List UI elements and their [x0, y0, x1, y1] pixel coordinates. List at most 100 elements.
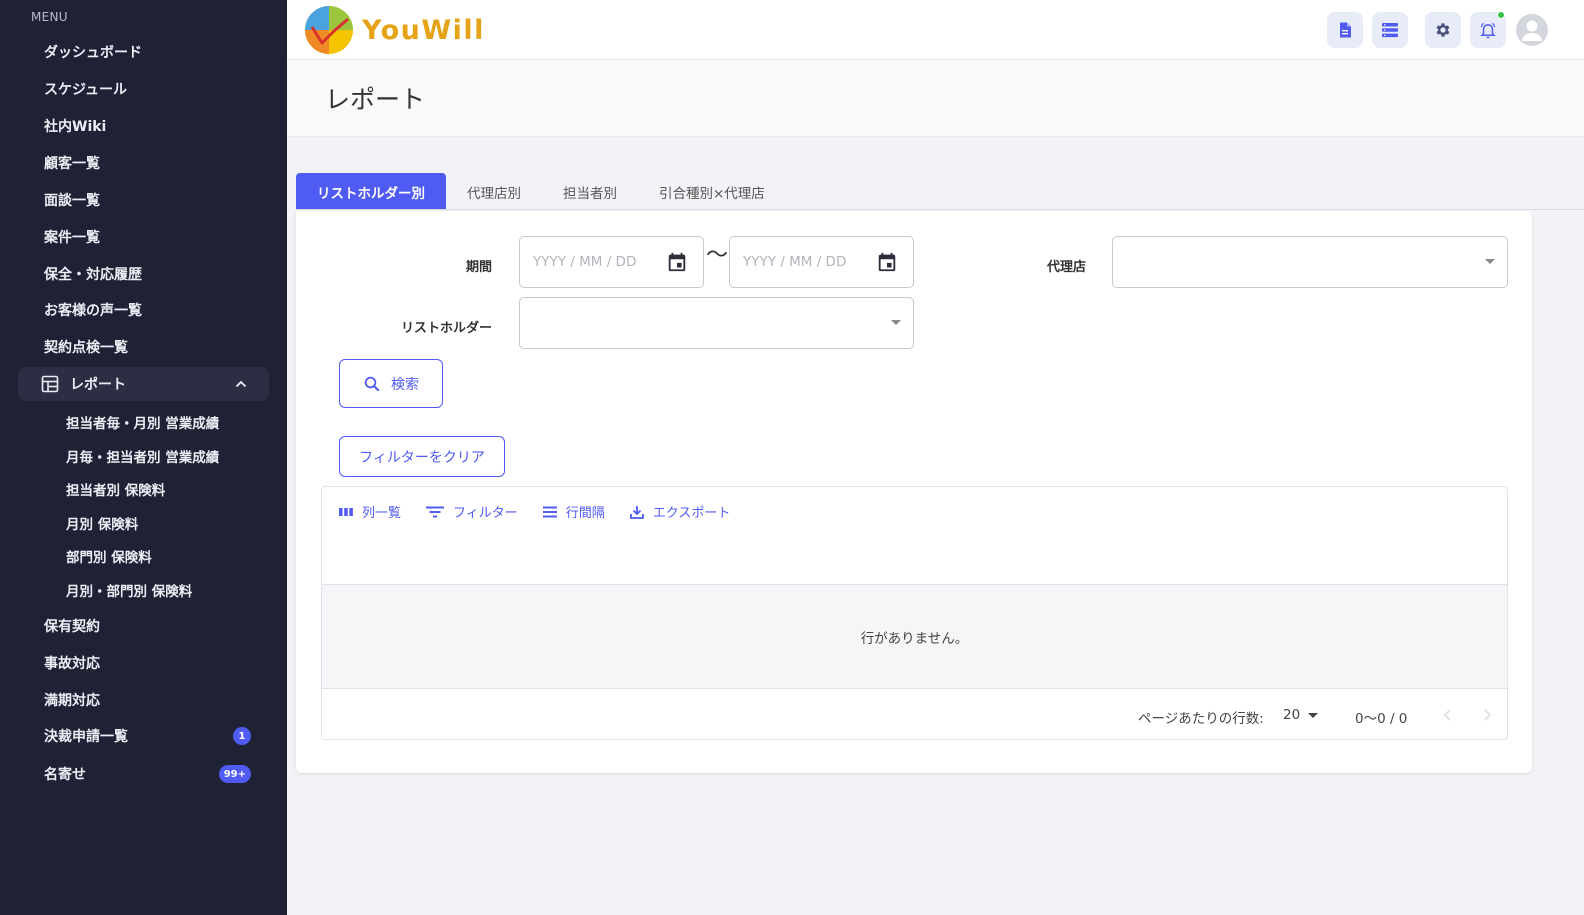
sidebar-item-label: 事故対応 [44, 656, 100, 672]
app-logo[interactable]: YouWill [304, 5, 485, 55]
sidebar-item-label: ダッシュボード [44, 45, 142, 61]
listholder-label: リストホルダー [400, 321, 492, 336]
agency-select[interactable] [1112, 236, 1508, 288]
grid-toolbar: 列一覧 フィルター 行間隔 エクスポート [338, 502, 754, 521]
name-merge-count-badge: 99+ [218, 765, 251, 783]
sidebar-item-schedule[interactable]: スケジュール [18, 72, 269, 106]
date-to-field[interactable]: YYYY / MM / DD [729, 236, 914, 288]
sidebar-item-approvals[interactable]: 決裁申請一覧 1 [18, 719, 269, 753]
sidebar-item-maintenance-history[interactable]: 保全・対応履歴 [18, 257, 269, 291]
sidebar-item-held-contracts[interactable]: 保有契約 [18, 609, 269, 643]
empty-message: 行がありません。 [860, 630, 969, 647]
download-icon [629, 505, 644, 519]
approvals-count-badge: 1 [233, 727, 251, 745]
dropdown-caret-icon [891, 320, 901, 325]
sidebar-subitem-sales-by-month-staff[interactable]: 月毎・担当者別 営業成績 [66, 446, 219, 466]
logo-icon [305, 6, 353, 54]
sidebar-item-label: 面談一覧 [44, 193, 100, 209]
settings-button[interactable] [1425, 12, 1461, 48]
listholder-select[interactable] [519, 297, 914, 349]
sidebar-item-accidents[interactable]: 事故対応 [18, 646, 269, 680]
sidebar-item-report[interactable]: レポート [18, 367, 269, 401]
chevron-up-icon [235, 380, 247, 388]
sidebar-subitem-premium-by-dept[interactable]: 部門別 保険料 [66, 546, 152, 566]
sidebar-item-label: 保有契約 [44, 619, 100, 635]
dropdown-caret-icon [1485, 259, 1495, 264]
sidebar-item-label: スケジュール [44, 82, 128, 98]
avatar[interactable] [1516, 14, 1548, 46]
document-icon [1340, 22, 1351, 38]
filter-icon [426, 506, 445, 517]
period-label: 期間 [465, 260, 492, 275]
sidebar-subitem-premium-by-month-dept[interactable]: 月別・部門別 保険料 [66, 580, 192, 600]
list-button[interactable] [1372, 12, 1408, 48]
list-icon [1382, 23, 1398, 38]
sidebar-item-interviews[interactable]: 面談一覧 [18, 183, 269, 217]
sidebar-item-cases[interactable]: 案件一覧 [18, 220, 269, 254]
density-button[interactable]: 行間隔 [542, 502, 605, 521]
bell-icon [1480, 22, 1496, 39]
sidebar-subitem-sales-by-staff-month[interactable]: 担当者毎・月別 営業成績 [66, 412, 219, 432]
grid-pagination: ページあたりの行数: 20 0〜0 / 0 [322, 690, 1507, 739]
sidebar-item-dashboard[interactable]: ダッシュボード [18, 35, 269, 69]
report-tabs: リストホルダー別 代理店別 担当者別 引合種別×代理店 [296, 173, 786, 210]
density-icon [542, 506, 557, 517]
sidebar-item-label: 契約点検一覧 [44, 340, 128, 356]
grid-empty-overlay: 行がありません。 [322, 584, 1507, 689]
tab-divider [296, 209, 1584, 210]
search-icon [364, 376, 380, 391]
columns-button[interactable]: 列一覧 [338, 502, 401, 521]
export-label: エクスポート [652, 506, 731, 521]
report-card: 期間 YYYY / MM / DD 〜 YYYY / MM / DD 代理店 リ… [296, 211, 1532, 773]
sidebar-item-label: 決裁申請一覧 [44, 729, 128, 745]
sidebar-item-customers[interactable]: 顧客一覧 [18, 146, 269, 180]
date-from-placeholder: YYYY / MM / DD [533, 254, 637, 270]
export-button[interactable]: エクスポート [629, 502, 731, 521]
range-separator: 〜 [706, 243, 729, 268]
data-grid: 列一覧 フィルター 行間隔 エクスポート 行がありません。 ページあたりの行数:… [321, 486, 1508, 740]
columns-icon [339, 507, 353, 516]
gear-icon [1436, 23, 1450, 37]
sidebar-item-label: 名寄せ [44, 767, 86, 783]
search-button-label: 検索 [391, 376, 419, 393]
dropdown-caret-icon [1308, 712, 1319, 718]
chevron-right-icon[interactable] [1479, 707, 1495, 723]
sidebar-subitem-premium-by-month[interactable]: 月別 保険料 [66, 513, 138, 533]
document-button[interactable] [1327, 12, 1363, 48]
tab-listholder[interactable]: リストホルダー別 [296, 173, 446, 210]
page-title: レポート [325, 85, 426, 114]
sidebar-item-name-merge[interactable]: 名寄せ 99+ [18, 757, 269, 791]
calendar-icon[interactable] [876, 251, 898, 273]
tab-inquiry-type-agency[interactable]: 引合種別×代理店 [638, 173, 786, 210]
agency-label: 代理店 [1046, 260, 1086, 275]
sidebar-item-label: お客様の声一覧 [44, 303, 142, 319]
tab-staff[interactable]: 担当者別 [542, 173, 638, 210]
tab-agency[interactable]: 代理店別 [446, 173, 542, 210]
sidebar-item-label: 保全・対応履歴 [44, 267, 142, 283]
sidebar-item-maturity[interactable]: 満期対応 [18, 683, 269, 717]
density-label: 行間隔 [565, 506, 605, 521]
pagination-range: 0〜0 / 0 [1355, 711, 1408, 727]
sidebar-item-customer-voices[interactable]: お客様の声一覧 [18, 293, 269, 327]
sidebar-item-wiki[interactable]: 社内Wiki [18, 109, 269, 143]
search-button[interactable]: 検索 [339, 359, 443, 408]
clear-filter-button[interactable]: フィルターをクリア [339, 436, 505, 477]
top-bar: YouWill [287, 0, 1584, 59]
date-from-field[interactable]: YYYY / MM / DD [519, 236, 704, 288]
calendar-icon[interactable] [666, 251, 688, 273]
sidebar: MENU ダッシュボード スケジュール 社内Wiki 顧客一覧 面談一覧 案件一… [0, 0, 287, 915]
sidebar-item-label: レポート [70, 377, 126, 393]
sidebar-item-label: 満期対応 [44, 693, 100, 709]
chevron-left-icon[interactable] [1440, 707, 1456, 723]
columns-label: 列一覧 [362, 506, 402, 521]
rows-per-page-select[interactable]: 20 [1283, 707, 1319, 723]
sidebar-item-label: 社内Wiki [44, 119, 107, 135]
sidebar-item-contract-checks[interactable]: 契約点検一覧 [18, 330, 269, 364]
sidebar-item-label: 顧客一覧 [44, 156, 100, 172]
user-icon [1522, 20, 1542, 41]
sidebar-subitem-premium-by-staff[interactable]: 担当者別 保険料 [66, 479, 165, 499]
menu-caption: MENU [31, 10, 68, 24]
filter-button[interactable]: フィルター [425, 502, 518, 521]
report-table-icon [40, 374, 60, 394]
notification-indicator [1497, 11, 1505, 19]
